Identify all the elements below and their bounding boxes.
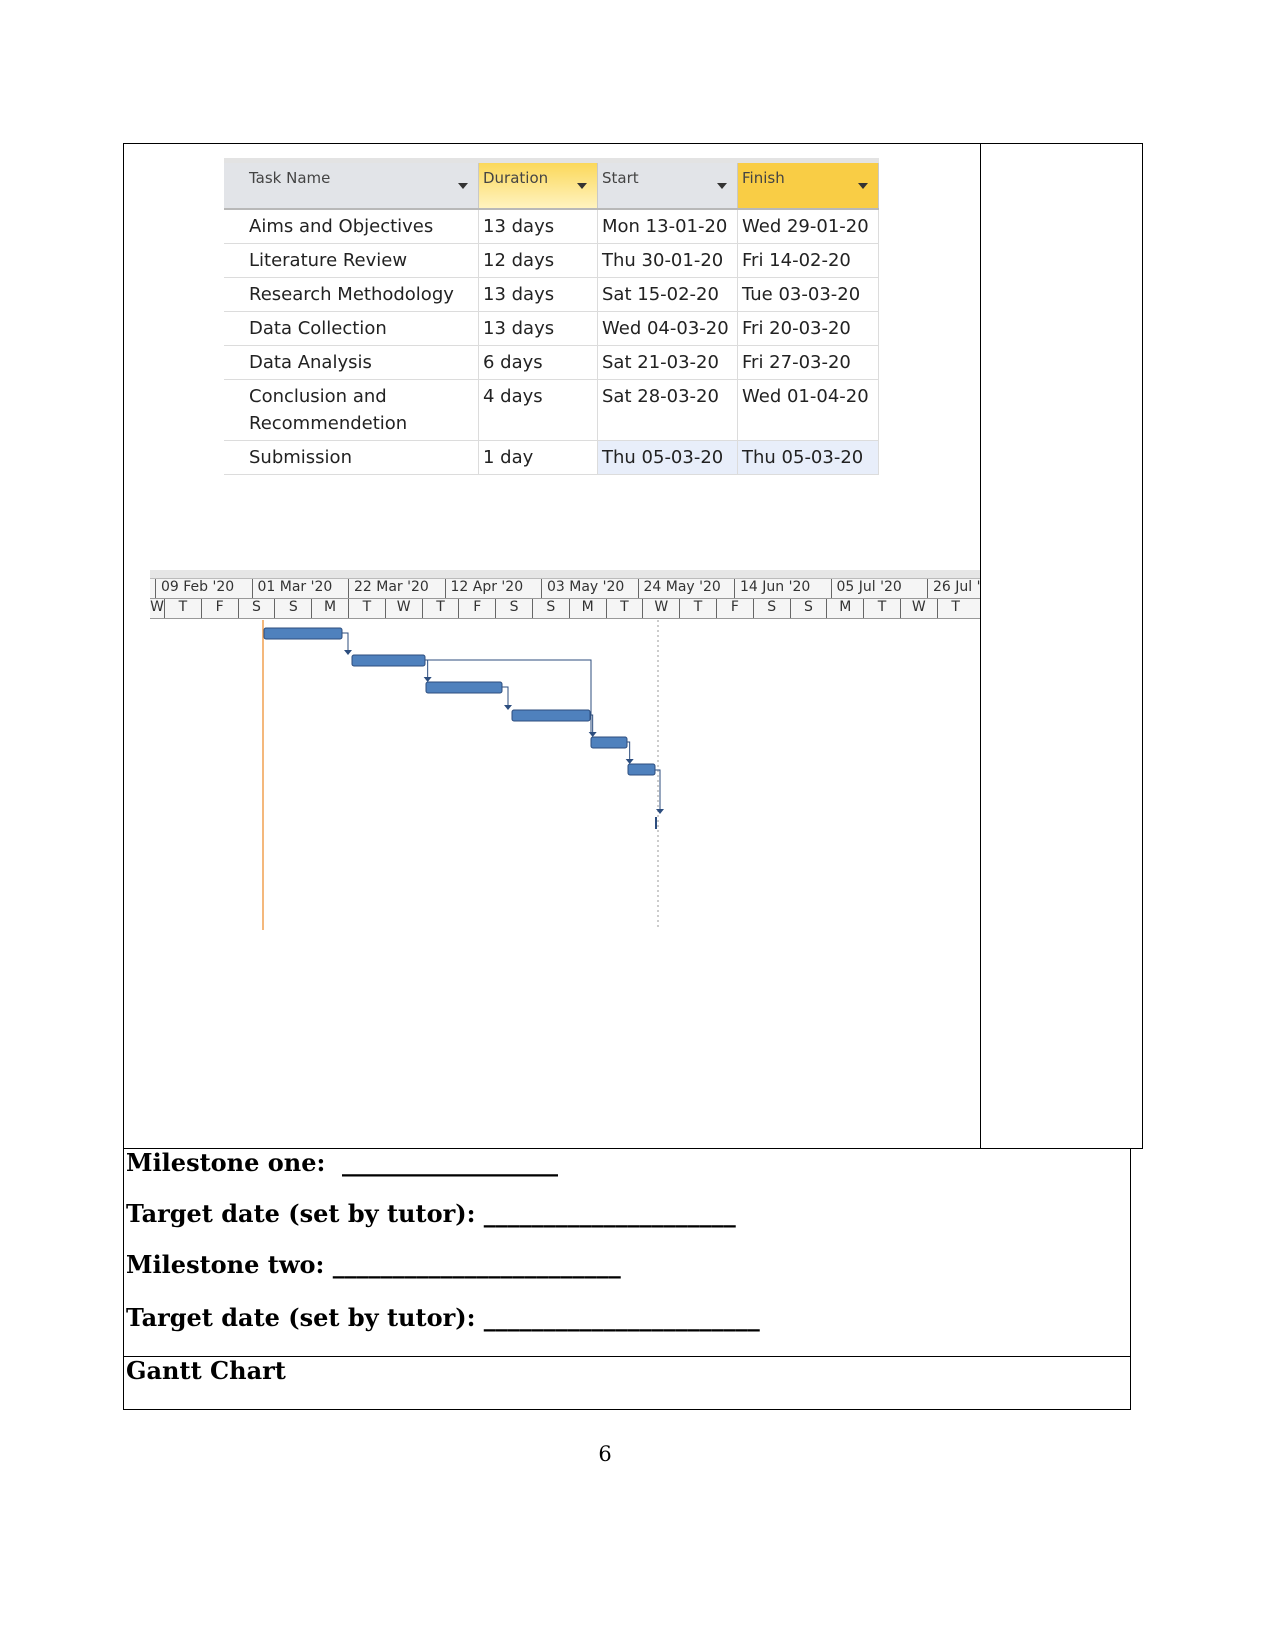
arrow-head-icon [588,732,597,737]
dependency-arrow [502,686,509,706]
task-bar [590,736,628,749]
arrow-head-icon [656,809,664,814]
dependency-arrow [342,632,349,651]
document-page: Task Name Duration Start Finish Aims and… [0,0,1275,1651]
milestone-one-field[interactable]: Milestone one: __________________ [126,1148,558,1177]
target-date-two-field[interactable]: Target date (set by tutor): ____________… [126,1303,760,1332]
arrow-head-icon [625,759,634,764]
task-bar [511,709,591,722]
milestone-two-field[interactable]: Milestone two: ________________________ [126,1250,621,1279]
arrow-head-icon [504,705,512,710]
arrow-head-icon [344,650,352,655]
gantt-chart-label: Gantt Chart [126,1356,286,1385]
arrow-head-icon [423,677,432,682]
gantt-chart [262,620,664,930]
page-number: 6 [598,1442,612,1466]
milestone-marker [655,817,657,829]
task-bar [627,763,656,776]
task-bar [351,654,426,667]
task-bar [263,627,343,640]
target-date-one-field[interactable]: Target date (set by tutor): ____________… [126,1199,736,1228]
task-bar [425,681,503,694]
